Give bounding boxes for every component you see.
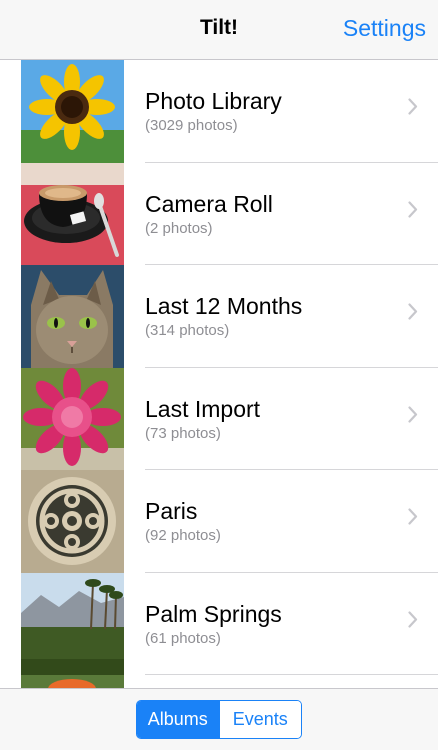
album-photo-count: (3029 photos) — [145, 117, 238, 134]
flower-thumbnail — [21, 675, 124, 688]
album-title: Camera Roll — [145, 190, 273, 217]
album-title: Paris — [145, 498, 198, 524]
album-list[interactable]: Photo Library (3029 photos) Camera Roll … — [0, 60, 438, 688]
cat-thumbnail — [21, 265, 124, 368]
sunflower-thumbnail — [21, 60, 124, 163]
album-row-paris[interactable]: Paris (92 photos) — [0, 470, 438, 573]
album-title: Palm Springs — [145, 600, 282, 627]
chevron-right-icon — [408, 405, 418, 423]
album-row-partial[interactable] — [0, 675, 438, 688]
gothic-window-thumbnail — [21, 470, 124, 573]
chevron-right-icon — [408, 508, 418, 525]
chevron-right-icon — [408, 303, 418, 320]
settings-button[interactable]: Settings — [343, 15, 426, 42]
album-photo-count: (92 photos) — [145, 527, 221, 544]
album-row-last-import[interactable]: Last Import (73 photos) — [0, 367, 438, 470]
album-row-last-12-months[interactable]: Last 12 Months (314 photos) — [0, 265, 438, 368]
navigation-bar: Tilt! Settings — [0, 0, 438, 60]
coffee-cup-thumbnail — [21, 162, 124, 265]
album-photo-count: (73 photos) — [145, 424, 221, 442]
album-title: Last Import — [145, 395, 261, 422]
album-row-camera-roll[interactable]: Camera Roll (2 photos) — [0, 162, 438, 265]
album-row-palm-springs[interactable]: Palm Springs (61 photos) — [0, 572, 438, 675]
events-segment[interactable]: Events — [218, 701, 301, 738]
album-photo-count: (2 photos) — [145, 219, 213, 237]
bottom-toolbar: Albums Events — [0, 688, 438, 750]
album-photo-count: (61 photos) — [145, 629, 221, 647]
album-title: Last 12 Months — [145, 293, 303, 319]
album-photo-count: (314 photos) — [145, 322, 230, 339]
chevron-right-icon — [408, 610, 418, 628]
palm-trees-thumbnail — [21, 572, 124, 675]
album-row-photo-library[interactable]: Photo Library (3029 photos) — [0, 60, 438, 163]
album-title: Photo Library — [145, 88, 282, 114]
dahlia-thumbnail — [21, 367, 124, 470]
albums-segment[interactable]: Albums — [137, 701, 219, 738]
albums-events-segmented-control[interactable]: Albums Events — [136, 700, 302, 739]
chevron-right-icon — [408, 200, 418, 218]
chevron-right-icon — [408, 98, 418, 115]
